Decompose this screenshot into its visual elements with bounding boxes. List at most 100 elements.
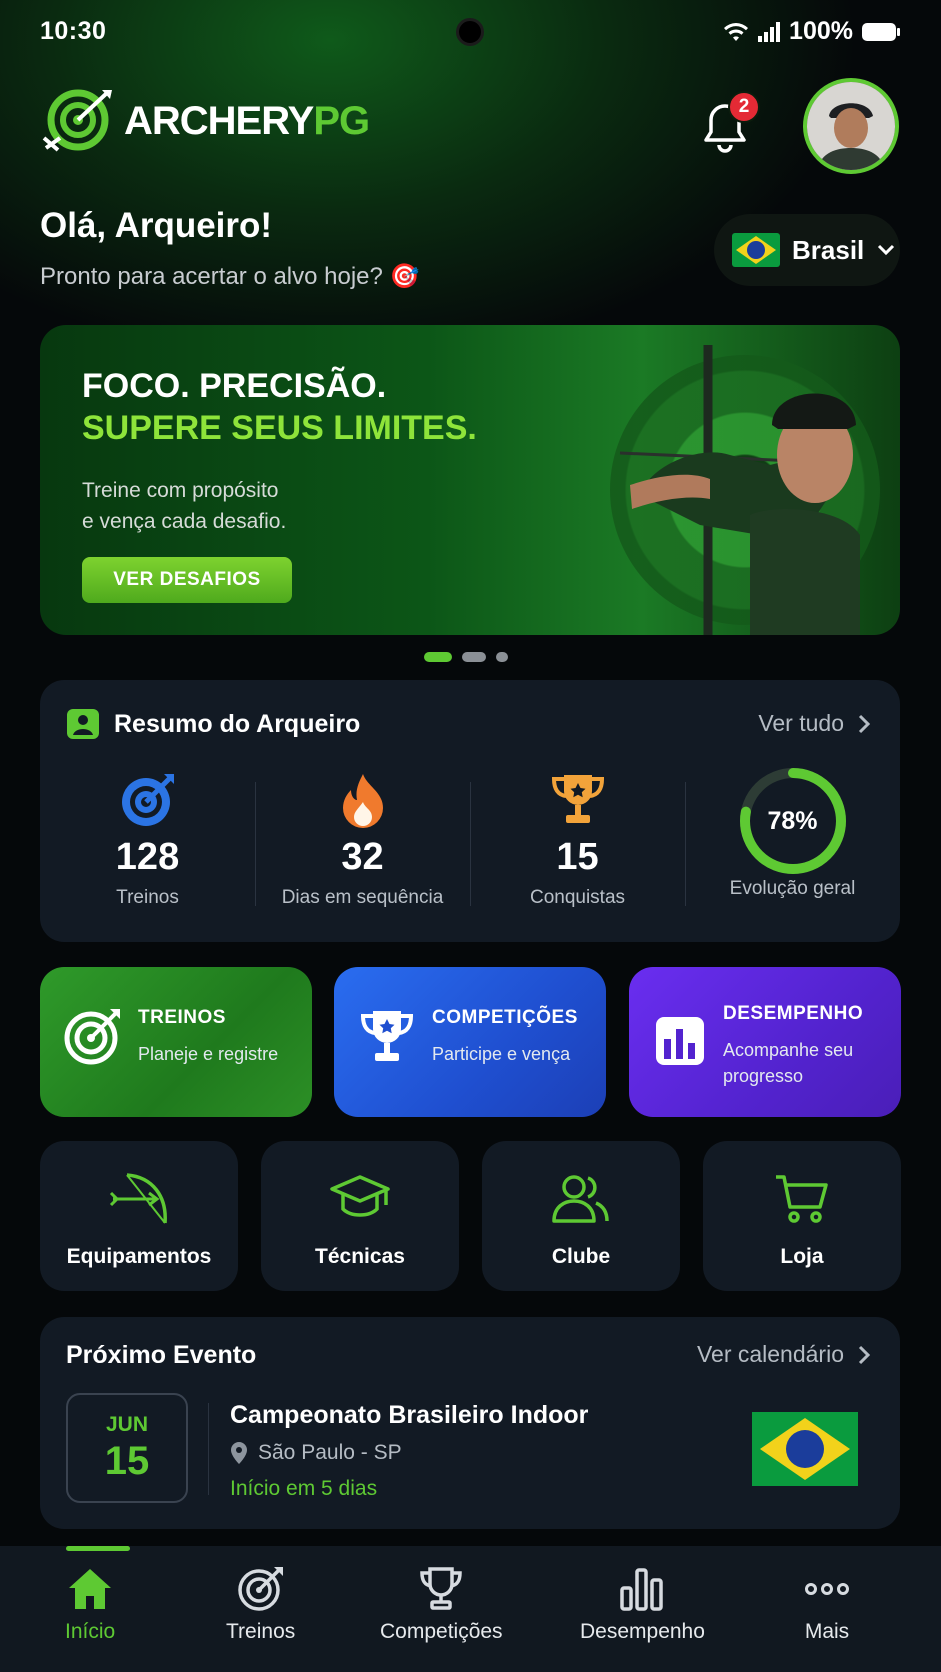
event-location-text: São Paulo - SP	[258, 1441, 402, 1464]
target-icon	[121, 774, 174, 826]
users-icon	[552, 1175, 609, 1223]
hero-headline-line2: SUPERE SEUS LIMITES.	[82, 409, 477, 447]
stat-label: Conquistas	[529, 887, 626, 908]
notification-badge: 2	[728, 91, 760, 123]
stat-streak[interactable]: 32 Dias em sequência	[255, 770, 470, 920]
stat-trainings[interactable]: 128 Treinos	[40, 770, 255, 920]
trainings-tile[interactable]: TREINOS Planeje e registre	[40, 967, 312, 1117]
trophy-icon	[551, 775, 604, 823]
nav-label: Mais	[804, 1620, 850, 1643]
logo-wordmark: ARCHERYPG	[124, 98, 370, 143]
summary-stats: 128 Treinos 32 Dias em sequência 15 Conq…	[40, 768, 900, 920]
shortcut-label: Técnicas	[315, 1245, 405, 1268]
brazil-flag-icon	[732, 233, 780, 267]
more-icon	[805, 1583, 849, 1595]
calendar-link[interactable]: Ver calendário	[697, 1341, 870, 1368]
bow-icon	[109, 1173, 167, 1224]
brazil-flag-icon	[752, 1412, 858, 1486]
event-date: JUN 15	[66, 1393, 188, 1503]
stat-label: Dias em sequência	[281, 887, 444, 908]
event-location: São Paulo - SP	[230, 1441, 402, 1465]
stat-value: 128	[115, 836, 180, 878]
profile-photo	[807, 82, 895, 170]
greeting-subtitle: Pronto para acertar o alvo hoje? 🎯	[40, 263, 420, 290]
event-name: Campeonato Brasileiro Indoor	[230, 1401, 589, 1429]
nav-label: Início	[65, 1620, 116, 1643]
shortcut-label: Equipamentos	[66, 1245, 212, 1268]
country-selector[interactable]: Brasil	[714, 214, 900, 286]
stat-value: 32	[341, 836, 384, 878]
hero-text: Treine com propósito e vença cada desafio…	[82, 475, 286, 537]
trophy-icon	[360, 1011, 414, 1061]
home-icon	[69, 1569, 112, 1609]
techniques-shortcut[interactable]: Técnicas	[261, 1141, 459, 1291]
nav-label: Treinos	[226, 1620, 296, 1643]
carousel-indicator	[424, 652, 508, 662]
store-shortcut[interactable]: Loja	[703, 1141, 901, 1291]
next-event-card[interactable]: Próximo Evento Ver calendário JUN 15 Cam…	[40, 1317, 900, 1529]
event-section-title: Próximo Evento	[66, 1341, 257, 1369]
summary-header: Resumo do Arqueiro	[66, 708, 360, 740]
performance-tile[interactable]: DESEMPENHO Acompanhe seu progresso	[629, 967, 901, 1117]
trophy-icon	[420, 1567, 463, 1610]
signal-icon	[758, 21, 781, 42]
active-tab-indicator	[66, 1546, 130, 1551]
profile-card-icon	[67, 709, 99, 739]
tile-title: COMPETIÇÕES	[432, 1007, 578, 1028]
shortcut-label: Loja	[780, 1245, 824, 1268]
tile-title: DESEMPENHO	[723, 1003, 864, 1024]
stat-achievements[interactable]: 15 Conquistas	[470, 770, 685, 920]
target-icon	[237, 1567, 283, 1611]
chevron-right-icon	[858, 1345, 870, 1364]
greeting-title: Olá, Arqueiro!	[40, 206, 273, 245]
status-bar: 10:30 100%	[0, 0, 941, 64]
see-all-label: Ver tudo	[758, 710, 844, 736]
nav-performance[interactable]: Desempenho	[580, 1566, 705, 1644]
club-shortcut[interactable]: Clube	[482, 1141, 680, 1291]
hero-headline: FOCO. PRECISÃO. SUPERE SEUS LIMITES.	[82, 365, 477, 449]
carousel-dot[interactable]	[496, 652, 508, 662]
progress-ring: 78%	[738, 766, 848, 876]
tile-subtitle: Planeje e registre	[138, 1044, 279, 1064]
wifi-icon	[724, 22, 749, 41]
nav-competitions[interactable]: Competições	[380, 1566, 503, 1644]
summary-title: Resumo do Arqueiro	[114, 709, 361, 738]
carousel-dot[interactable]	[462, 652, 486, 662]
country-label: Brasil	[792, 234, 865, 265]
stat-label: Evolução geral	[729, 878, 856, 899]
status-icons: 100%	[723, 17, 901, 46]
chevron-right-icon	[858, 714, 870, 733]
nav-label: Desempenho	[580, 1620, 705, 1643]
event-countdown: Início em 5 dias	[230, 1477, 378, 1500]
tile-subtitle: Participe e vença	[432, 1044, 571, 1064]
nav-label: Competições	[380, 1620, 503, 1643]
carousel-dot-active[interactable]	[424, 652, 452, 662]
nav-home[interactable]: Início	[65, 1566, 115, 1644]
stat-label: Treinos	[116, 887, 179, 908]
hero-headline-line1: FOCO. PRECISÃO.	[82, 367, 387, 405]
nav-trainings[interactable]: Treinos	[226, 1566, 295, 1644]
competitions-tile[interactable]: COMPETIÇÕES Participe e vença	[334, 967, 606, 1117]
hero-text-line1: Treine com propósito	[82, 479, 279, 502]
app-logo[interactable]: ARCHERYPG	[42, 88, 370, 154]
bar-chart-icon	[620, 1568, 664, 1611]
avatar[interactable]	[803, 78, 899, 174]
archer-illustration	[619, 345, 860, 635]
divider	[208, 1403, 209, 1495]
stat-value: 15	[556, 836, 599, 878]
archery-target-logo-icon	[42, 89, 112, 152]
equipment-shortcut[interactable]: Equipamentos	[40, 1141, 238, 1291]
battery-icon	[862, 22, 900, 41]
see-challenges-button[interactable]: VER DESAFIOS	[82, 557, 292, 603]
cart-icon	[776, 1175, 828, 1223]
hero-banner[interactable]: FOCO. PRECISÃO. SUPERE SEUS LIMITES. Trei…	[40, 325, 900, 635]
calendar-link-label: Ver calendário	[696, 1341, 844, 1367]
nav-more[interactable]: Mais	[803, 1566, 851, 1644]
camera-cutout	[456, 18, 484, 46]
target-icon	[64, 1009, 120, 1065]
summary-see-all-link[interactable]: Ver tudo	[758, 710, 870, 737]
stat-overall-progress[interactable]: 78% Evolução geral	[685, 768, 900, 920]
battery-percent: 100%	[789, 17, 853, 45]
bar-chart-icon	[656, 1017, 704, 1065]
event-month: JUN	[105, 1412, 148, 1436]
